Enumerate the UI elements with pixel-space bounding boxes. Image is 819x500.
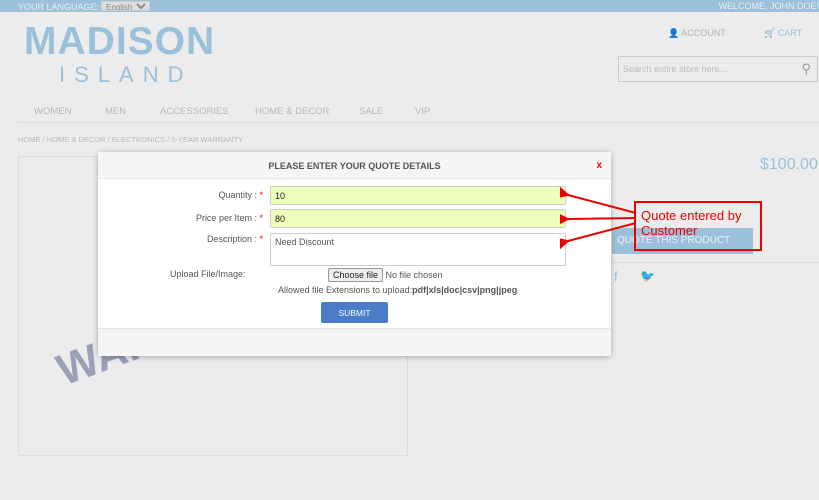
cart-icon: 🛒 xyxy=(764,28,776,38)
annotation-arrows xyxy=(560,185,637,250)
allowed-extensions: pdf|xls|doc|csv|png|jpeg xyxy=(412,285,518,295)
breadcrumb[interactable]: HOME / HOME & DECOR / ELECTRONICS / 5-YE… xyxy=(18,135,243,144)
logo[interactable]: MADISON ISLAND xyxy=(24,20,215,88)
modal-title: PLEASE ENTER YOUR QUOTE DETAILS xyxy=(268,161,441,171)
logo-line1: MADISON xyxy=(24,20,216,63)
welcome-text: WELCOME, JOHN DOE! xyxy=(718,1,819,11)
description-textarea[interactable]: Need Discount xyxy=(270,233,566,266)
top-bar: YOUR LANGUAGE: English WELCOME, JOHN DOE! xyxy=(0,0,819,12)
nav-sale[interactable]: SALE xyxy=(359,106,383,117)
search-placeholder: Search entire store here... xyxy=(623,64,728,74)
user-icon: 👤 xyxy=(668,28,680,38)
nav-vip[interactable]: VIP xyxy=(415,106,430,117)
close-icon[interactable]: x xyxy=(596,160,602,171)
price-label: Price per Item : xyxy=(195,213,257,223)
product-price: $100.00 xyxy=(760,156,818,173)
nav-women[interactable]: WOMEN xyxy=(34,106,71,117)
description-label: Description : xyxy=(206,234,257,244)
nav-home-decor[interactable]: HOME & DECOR xyxy=(255,106,329,117)
nav-men[interactable]: MEN xyxy=(105,106,126,117)
account-label: ACCOUNT xyxy=(681,28,726,38)
main-nav: WOMEN MEN ACCESSORIES HOME & DECOR SALE … xyxy=(18,106,819,123)
language-select[interactable]: English xyxy=(101,0,151,11)
upload-label: Upload File/Image: xyxy=(170,269,246,279)
search-icon[interactable]: ⚲ xyxy=(801,61,811,77)
quantity-label: Quantity : xyxy=(218,190,257,200)
cart-label: CART xyxy=(777,28,803,38)
quote-modal: PLEASE ENTER YOUR QUOTE DETAILS x Quantit… xyxy=(98,152,611,356)
no-file-text: No file chosen xyxy=(385,270,443,280)
allowed-extensions-label: Allowed file Extensions to upload: xyxy=(278,285,413,295)
account-link[interactable]: 👤 ACCOUNT xyxy=(668,28,726,39)
language-label: YOUR LANGUAGE: xyxy=(18,1,100,12)
search-input[interactable]: Search entire store here... ⚲ xyxy=(618,56,818,82)
modal-header: PLEASE ENTER YOUR QUOTE DETAILS x xyxy=(98,152,611,179)
facebook-icon[interactable]: f xyxy=(614,269,618,284)
modal-footer xyxy=(98,328,611,356)
choose-file-button[interactable]: Choose file xyxy=(328,268,384,282)
required-mark: * xyxy=(259,190,263,200)
nav-accessories[interactable]: ACCESSORIES xyxy=(160,106,229,117)
submit-button[interactable]: SUBMIT xyxy=(321,302,388,323)
twitter-icon[interactable]: 🐦 xyxy=(640,269,655,283)
cart-link[interactable]: 🛒 CART xyxy=(764,28,802,39)
divider xyxy=(612,262,819,263)
price-input[interactable]: 80 xyxy=(270,209,566,228)
logo-line2: ISLAND xyxy=(59,62,193,87)
required-mark: * xyxy=(259,234,263,244)
required-mark: * xyxy=(259,213,263,223)
annotation-callout: Quote entered by Customer xyxy=(634,201,762,251)
quantity-input[interactable]: 10 xyxy=(270,186,566,205)
